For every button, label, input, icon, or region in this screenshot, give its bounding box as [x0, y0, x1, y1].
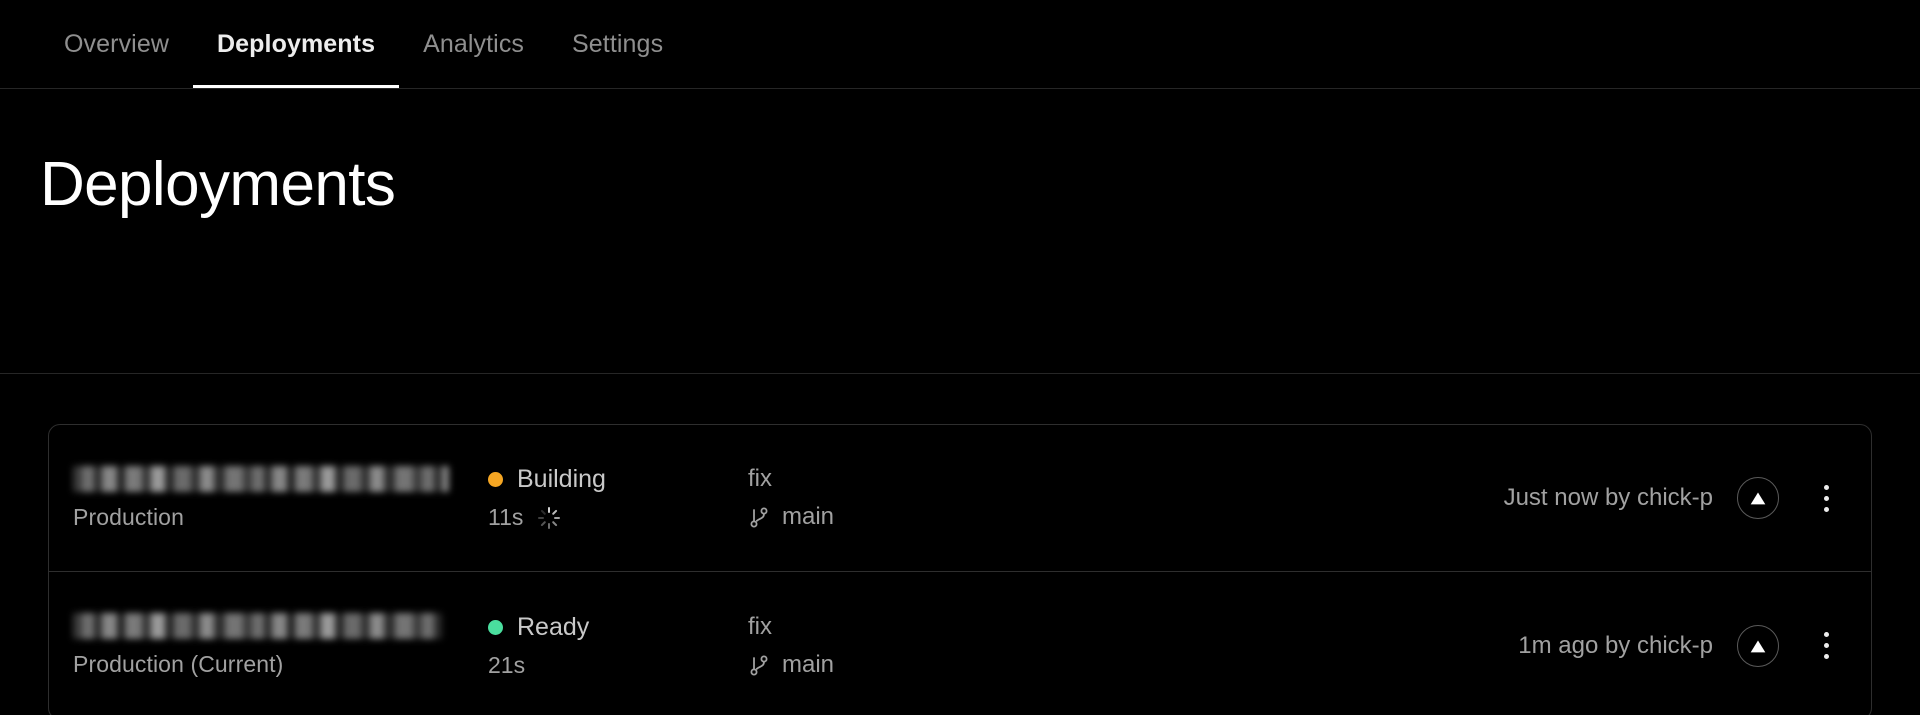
deployment-url-redacted	[73, 465, 449, 492]
status-dot-ready	[488, 619, 503, 635]
project-tab-bar: Overview Deployments Analytics Settings	[0, 0, 1920, 89]
row-menu-button[interactable]	[1809, 477, 1843, 519]
branch-line[interactable]: main	[748, 503, 1178, 531]
row-menu-button[interactable]	[1809, 625, 1843, 667]
tab-analytics[interactable]: Analytics	[399, 0, 548, 88]
commit-message: fix	[748, 465, 772, 492]
table-row[interactable]: Production (Current) Ready 21s fix main …	[49, 572, 1871, 715]
deployments-list: Production Building 11s fix main Just no…	[48, 424, 1872, 715]
tab-overview[interactable]: Overview	[40, 0, 193, 88]
tab-deployments-label: Deployments	[217, 29, 376, 58]
deployment-meta-cell: Just now by chick-p	[1178, 477, 1843, 519]
page-title: Deployments	[40, 150, 396, 219]
branch-line[interactable]: main	[748, 651, 1178, 679]
tab-overview-label: Overview	[64, 29, 169, 58]
vercel-triangle-icon	[1750, 492, 1766, 505]
duration-line: 21s	[488, 652, 748, 679]
kebab-dot	[1823, 654, 1829, 659]
kebab-dot	[1823, 495, 1829, 501]
tab-settings[interactable]: Settings	[548, 0, 687, 88]
commit-message: fix	[748, 612, 772, 640]
deployment-duration: 21s	[488, 651, 526, 678]
deployment-duration: 11s	[488, 504, 524, 530]
status-badge: Ready	[517, 612, 590, 641]
kebab-dot	[1823, 632, 1829, 637]
vercel-triangle-icon	[1750, 640, 1766, 652]
page-header: Deployments	[0, 89, 1920, 374]
status-line: Building	[488, 465, 748, 494]
tab-deployments[interactable]: Deployments	[193, 0, 400, 88]
deployment-url-redacted	[73, 613, 442, 639]
deployment-environment: Production (Current)	[73, 651, 284, 677]
kebab-dot	[1823, 484, 1829, 490]
avatar[interactable]	[1737, 624, 1779, 667]
avatar[interactable]	[1737, 477, 1779, 519]
deployment-source-cell: fix main	[748, 465, 1178, 531]
deployment-status-cell: Ready 21s	[488, 613, 748, 679]
branch-name: main	[782, 650, 835, 678]
loading-spinner-icon	[537, 506, 561, 530]
kebab-dot	[1823, 643, 1829, 648]
git-branch-icon	[748, 653, 770, 677]
deployment-name-cell: Production	[73, 465, 488, 531]
git-branch-icon	[748, 505, 770, 529]
deployment-status-cell: Building 11s	[488, 465, 748, 531]
tab-settings-label: Settings	[572, 29, 664, 58]
kebab-dot	[1823, 506, 1829, 512]
deployment-name-cell: Production (Current)	[73, 613, 488, 678]
status-badge: Building	[517, 465, 606, 493]
status-line: Ready	[488, 613, 748, 642]
deployment-source-cell: fix main	[748, 613, 1178, 679]
duration-line: 11s	[488, 504, 748, 531]
table-row[interactable]: Production Building 11s fix main Just no…	[49, 425, 1871, 572]
tab-analytics-label: Analytics	[423, 29, 525, 58]
deployment-meta-cell: 1m ago by chick-p	[1178, 624, 1843, 667]
deployment-timestamp-author: 1m ago by chick-p	[1518, 631, 1713, 659]
deployments-section: Production Building 11s fix main Just no…	[0, 374, 1920, 715]
deployment-environment: Production	[73, 503, 184, 530]
status-dot-building	[488, 472, 503, 487]
branch-name: main	[782, 503, 835, 530]
deployment-timestamp-author: Just now by chick-p	[1503, 484, 1713, 511]
